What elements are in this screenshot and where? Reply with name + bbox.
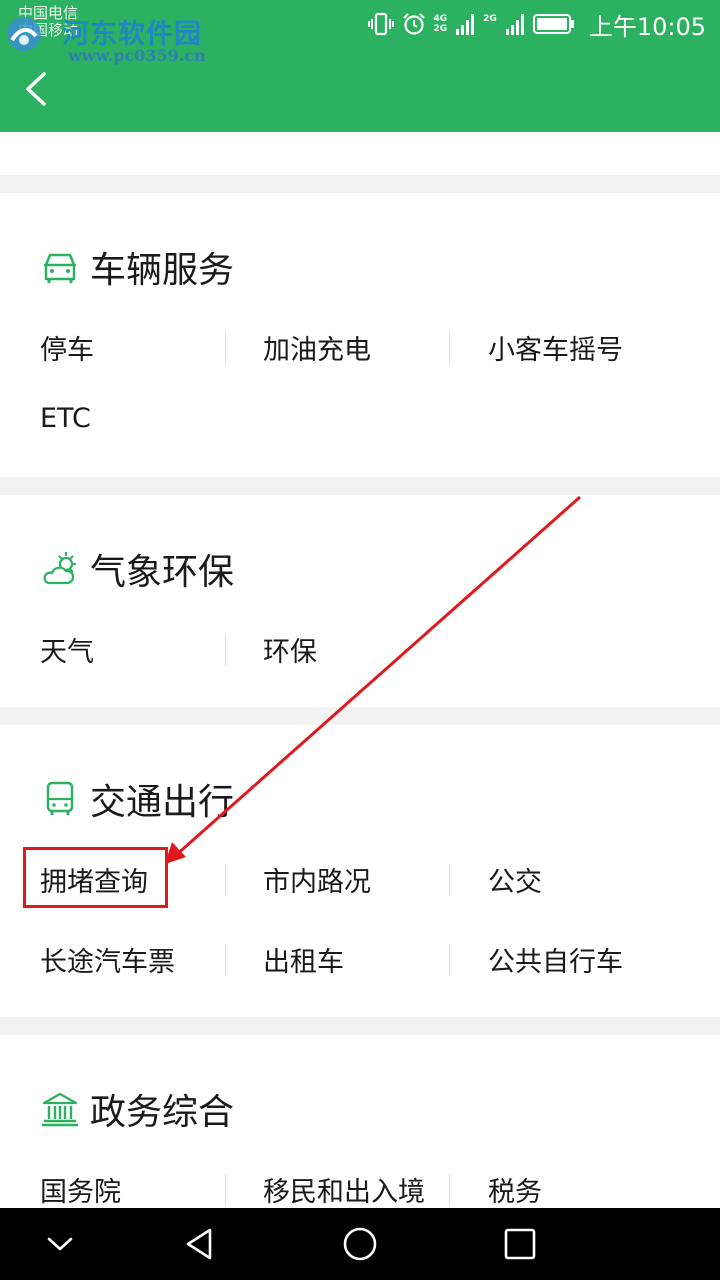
separator (225, 332, 226, 364)
section-title-weather: 气象环保 (40, 543, 234, 595)
divider (0, 477, 720, 495)
service-item-etc[interactable]: ETC (40, 403, 91, 434)
divider (0, 707, 720, 725)
vibrate-icon (367, 12, 394, 36)
back-triangle-icon[interactable] (180, 1224, 220, 1264)
separator (449, 1174, 450, 1206)
status-bar: 中国电信 中国移动 河东软件园 www.pc0359.cn 4G 2G 2G 上… (0, 0, 720, 65)
bus-icon (46, 781, 74, 815)
divider (0, 175, 720, 193)
service-item-tax[interactable]: 税务 (488, 1170, 542, 1209)
service-item-state-council[interactable]: 国务院 (40, 1170, 121, 1209)
signal-2-icon (505, 14, 524, 35)
service-item-fuel[interactable]: 加油充电 (263, 328, 371, 367)
system-nav-bar (0, 1208, 720, 1280)
separator (449, 944, 450, 976)
service-item-bus[interactable]: 公交 (488, 860, 542, 899)
separator (449, 332, 450, 364)
top-spacer (0, 132, 720, 175)
chevron-down-icon[interactable] (40, 1224, 80, 1264)
service-item-coach-ticket[interactable]: 长途汽车票 (40, 940, 175, 979)
government-icon (42, 1092, 78, 1127)
section-weather: 气象环保 天气 环保 (0, 495, 720, 707)
signal-1-icon (456, 14, 475, 35)
section-title-text: 气象环保 (90, 552, 235, 593)
separator (449, 864, 450, 896)
section-title-transport: 交通出行 (40, 773, 234, 825)
section-title-text: 交通出行 (90, 782, 235, 823)
recent-apps-icon[interactable] (500, 1224, 540, 1264)
service-item-environment[interactable]: 环保 (263, 630, 317, 669)
service-item-immigration[interactable]: 移民和出入境 (263, 1170, 425, 1209)
section-vehicle: 车辆服务 停车 加油充电 小客车摇号 ETC (0, 193, 720, 477)
weather-icon (43, 552, 76, 585)
section-title-text: 政务综合 (90, 1092, 235, 1133)
home-circle-icon[interactable] (340, 1224, 380, 1264)
watermark-url: www.pc0359.cn (68, 46, 206, 65)
separator (225, 944, 226, 976)
service-item-bike[interactable]: 公共自行车 (488, 940, 623, 979)
service-item-weather[interactable]: 天气 (40, 630, 94, 669)
service-item-parking[interactable]: 停车 (40, 328, 94, 367)
alarm-icon (402, 13, 425, 35)
network-type-1: 4G 2G (433, 14, 448, 34)
back-arrow-icon[interactable] (22, 70, 52, 108)
highlight-box (23, 847, 168, 908)
separator (225, 634, 226, 666)
watermark-logo-icon (7, 17, 41, 51)
divider (0, 1017, 720, 1035)
clock: 上午10:05 (588, 12, 706, 41)
service-item-taxi[interactable]: 出租车 (263, 940, 344, 979)
car-icon (44, 253, 76, 283)
section-title-vehicle: 车辆服务 (40, 241, 234, 293)
separator (225, 1174, 226, 1206)
service-item-city-traffic[interactable]: 市内路况 (263, 860, 371, 899)
status-icons: 4G 2G 2G 上午10:05 (367, 8, 706, 41)
service-item-lottery[interactable]: 小客车摇号 (488, 328, 623, 367)
network-type-2: 2G (483, 14, 497, 24)
section-title-text: 车辆服务 (90, 250, 235, 291)
battery-icon (532, 14, 574, 34)
section-title-government: 政务综合 (40, 1083, 234, 1135)
app-header: 中国电信 中国移动 河东软件园 www.pc0359.cn 4G 2G 2G 上… (0, 0, 720, 132)
section-government: 政务综合 国务院 移民和出入境 税务 (0, 1035, 720, 1208)
separator (225, 864, 226, 896)
